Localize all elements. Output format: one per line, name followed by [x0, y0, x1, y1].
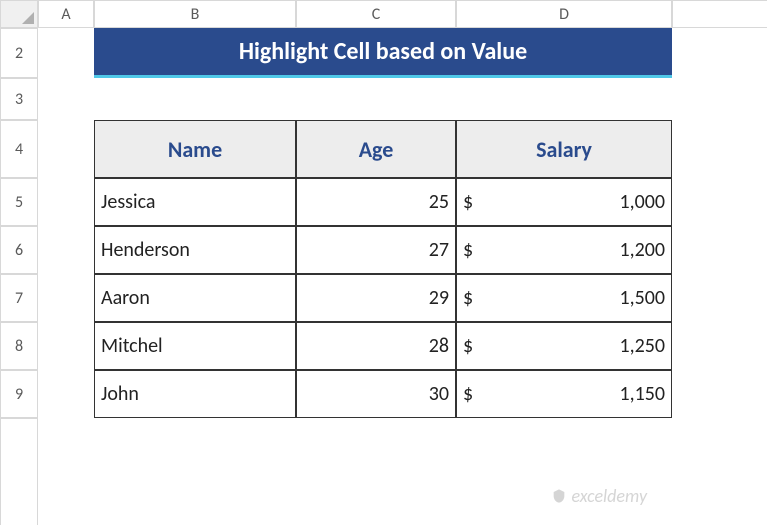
cell-age-0[interactable]: 25: [296, 178, 456, 226]
row-header-empty[interactable]: [0, 418, 38, 525]
cell-c3[interactable]: [296, 78, 456, 120]
cell-a-bottom[interactable]: [38, 418, 94, 525]
row-header-6[interactable]: 6: [0, 226, 38, 274]
row-header-9[interactable]: 9: [0, 370, 38, 418]
cell-e4[interactable]: [672, 120, 767, 178]
row-header-8[interactable]: 8: [0, 322, 38, 370]
cell-salary-1[interactable]: $ 1,200: [456, 226, 672, 274]
cell-a9[interactable]: [38, 370, 94, 418]
cell-b3[interactable]: [94, 78, 296, 120]
cell-age-4[interactable]: 30: [296, 370, 456, 418]
spreadsheet-grid: A B C D 2 3 4 5 6 7 8 9 Highlight Cell b…: [0, 0, 767, 525]
salary-value: 1,500: [619, 286, 665, 310]
cell-a4[interactable]: [38, 120, 94, 178]
col-header-c[interactable]: C: [296, 0, 456, 28]
currency-symbol: $: [463, 286, 473, 310]
cell-a3[interactable]: [38, 78, 94, 120]
cell-d-bottom[interactable]: [456, 418, 672, 525]
row-header-5[interactable]: 5: [0, 178, 38, 226]
select-all-corner[interactable]: [0, 0, 38, 28]
cell-name-2[interactable]: Aaron: [94, 274, 296, 322]
currency-symbol: $: [463, 238, 473, 262]
cell-name-0[interactable]: Jessica: [94, 178, 296, 226]
cell-a7[interactable]: [38, 274, 94, 322]
cell-a5[interactable]: [38, 178, 94, 226]
row-header-3[interactable]: 3: [0, 78, 38, 120]
cell-e7[interactable]: [672, 274, 767, 322]
header-name[interactable]: Name: [94, 120, 296, 178]
cell-salary-0[interactable]: $ 1,000: [456, 178, 672, 226]
cell-age-1[interactable]: 27: [296, 226, 456, 274]
cell-e9[interactable]: [672, 370, 767, 418]
cell-name-3[interactable]: Mitchel: [94, 322, 296, 370]
cell-a2[interactable]: [38, 28, 94, 78]
salary-value: 1,150: [619, 382, 665, 406]
watermark-text: exceldemy: [571, 485, 647, 507]
row-header-4[interactable]: 4: [0, 120, 38, 178]
cell-b-bottom[interactable]: [94, 418, 296, 525]
cell-c-bottom[interactable]: [296, 418, 456, 525]
select-all-icon: [22, 12, 34, 24]
currency-symbol: $: [463, 382, 473, 406]
cell-a6[interactable]: [38, 226, 94, 274]
header-salary[interactable]: Salary: [456, 120, 672, 178]
cell-age-2[interactable]: 29: [296, 274, 456, 322]
col-header-a[interactable]: A: [38, 0, 94, 28]
cell-e-bottom[interactable]: [672, 418, 767, 525]
watermark: exceldemy: [551, 485, 647, 507]
col-header-d[interactable]: D: [456, 0, 672, 28]
row-header-7[interactable]: 7: [0, 274, 38, 322]
cell-salary-3[interactable]: $ 1,250: [456, 322, 672, 370]
salary-value: 1,250: [619, 334, 665, 358]
currency-symbol: $: [463, 334, 473, 358]
cell-salary-4[interactable]: $ 1,150: [456, 370, 672, 418]
cell-salary-2[interactable]: $ 1,500: [456, 274, 672, 322]
cell-e3[interactable]: [672, 78, 767, 120]
currency-symbol: $: [463, 190, 473, 214]
cell-age-3[interactable]: 28: [296, 322, 456, 370]
cell-e6[interactable]: [672, 226, 767, 274]
cell-e8[interactable]: [672, 322, 767, 370]
salary-value: 1,200: [619, 238, 665, 262]
title-banner[interactable]: Highlight Cell based on Value: [94, 28, 672, 78]
cell-name-4[interactable]: John: [94, 370, 296, 418]
cell-e5[interactable]: [672, 178, 767, 226]
row-header-2[interactable]: 2: [0, 28, 38, 78]
col-header-b[interactable]: B: [94, 0, 296, 28]
watermark-icon: [551, 488, 567, 504]
cell-a8[interactable]: [38, 322, 94, 370]
salary-value: 1,000: [619, 190, 665, 214]
header-age[interactable]: Age: [296, 120, 456, 178]
cell-d3[interactable]: [456, 78, 672, 120]
cell-e2[interactable]: [672, 28, 767, 78]
col-header-empty[interactable]: [672, 0, 767, 28]
cell-name-1[interactable]: Henderson: [94, 226, 296, 274]
